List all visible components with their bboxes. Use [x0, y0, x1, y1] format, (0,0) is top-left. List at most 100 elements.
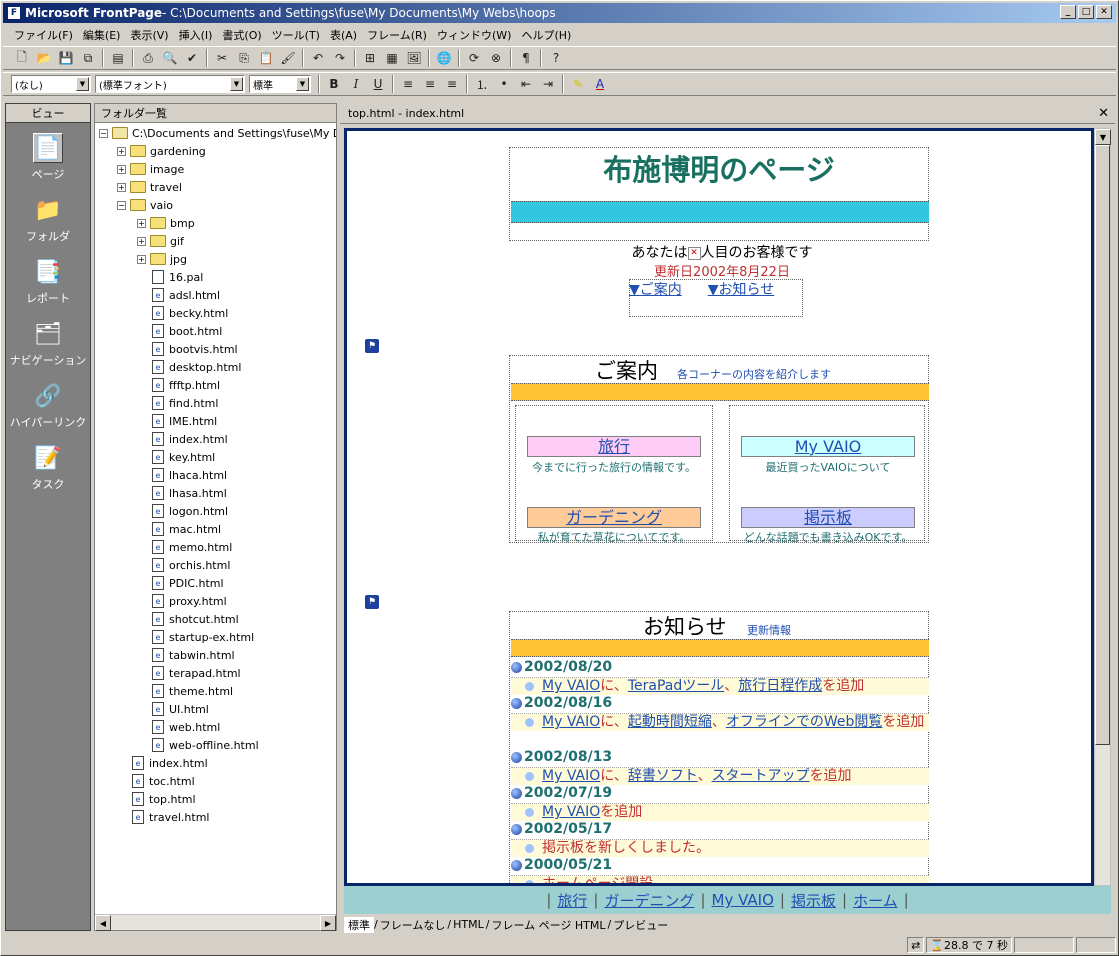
highlight-icon[interactable]: ✎ — [567, 74, 589, 94]
copy-icon[interactable]: ⎘ — [233, 48, 255, 68]
tree-file[interactable]: e travel.html — [130, 808, 209, 826]
view-navigation[interactable]: 🗂 ナビゲーション — [6, 319, 90, 371]
minimize-button[interactable]: _ — [1060, 5, 1076, 19]
tree-file[interactable]: e shotcut.html — [150, 610, 239, 628]
expand-icon[interactable]: + — [137, 236, 146, 246]
folder-list-icon[interactable]: ▤ — [107, 48, 129, 68]
view-reports[interactable]: 📑 レポート — [6, 257, 90, 309]
insert-table-icon[interactable]: ▦ — [381, 48, 403, 68]
news-link[interactable]: オフラインでのWeb閲覧 — [726, 714, 883, 730]
tree-folder[interactable]: + gardening — [117, 142, 206, 160]
maximize-button[interactable]: □ — [1078, 5, 1094, 19]
nav-gardening-button[interactable]: ガーデニング — [527, 507, 701, 528]
publish-icon[interactable]: ⧉ — [77, 48, 99, 68]
save-icon[interactable]: 💾 — [55, 48, 77, 68]
bookmark-icon[interactable]: ⚑ — [365, 339, 379, 353]
paste-icon[interactable]: 📋 — [255, 48, 277, 68]
anchor-guide-link[interactable]: ▼ご案内 — [629, 279, 682, 299]
insert-component-icon[interactable]: ⊞ — [359, 48, 381, 68]
tree-file[interactable]: e terapad.html — [150, 664, 241, 682]
undo-icon[interactable]: ↶ — [307, 48, 329, 68]
bookmark-icon[interactable]: ⚑ — [365, 595, 379, 609]
print-icon[interactable]: ⎙ — [137, 48, 159, 68]
tree-file[interactable]: e toc.html — [130, 772, 195, 790]
decrease-indent-icon[interactable]: ⇤ — [515, 74, 537, 94]
scroll-thumb[interactable] — [1095, 145, 1110, 745]
help-icon[interactable]: ? — [545, 48, 567, 68]
news-link[interactable]: My VAIO — [542, 768, 600, 784]
page-canvas[interactable]: 布施博明のページ あなたは ✕ 人目のお客様です 更新日2002年8月22日 ▼ご案… — [344, 128, 1094, 886]
font-size-select[interactable]: 標準 ▼ — [249, 75, 311, 93]
tree-folder[interactable]: + travel — [117, 178, 182, 196]
nav-bbs-button[interactable]: 掲示板 — [741, 507, 915, 528]
expand-icon[interactable]: + — [117, 164, 126, 174]
tree-file[interactable]: e logon.html — [150, 502, 228, 520]
tree-file[interactable]: e memo.html — [150, 538, 232, 556]
hyperlink-icon[interactable]: 🌐 — [433, 48, 455, 68]
tree-file[interactable]: e ffftp.html — [150, 376, 220, 394]
tree-file[interactable]: e index.html — [150, 430, 228, 448]
news-link[interactable]: 旅行日程作成 — [738, 678, 822, 694]
tree-file[interactable]: e proxy.html — [150, 592, 227, 610]
show-all-icon[interactable]: ¶ — [515, 48, 537, 68]
font-color-icon[interactable]: A — [589, 74, 611, 94]
news-link[interactable]: 起動時間短縮 — [628, 714, 712, 730]
bold-icon[interactable]: B — [323, 74, 345, 94]
expand-icon[interactable]: + — [117, 146, 126, 156]
tree-folder[interactable]: + jpg — [137, 250, 187, 268]
tree-file[interactable]: e mac.html — [150, 520, 221, 538]
tree-root[interactable]: − C:\Documents and Settings\fuse\My D — [99, 124, 336, 142]
align-left-icon[interactable]: ≡ — [397, 74, 419, 94]
font-select[interactable]: (標準フォント) ▼ — [95, 75, 245, 93]
footer-link-vaio[interactable]: My VAIO — [712, 891, 774, 909]
footer-link-home[interactable]: ホーム — [853, 890, 898, 911]
expand-icon[interactable]: + — [137, 254, 146, 264]
bullets-icon[interactable]: • — [493, 74, 515, 94]
cut-icon[interactable]: ✂ — [211, 48, 233, 68]
insert-picture-icon[interactable]: 🖼 — [403, 48, 425, 68]
numbering-icon[interactable]: ⒈ — [471, 74, 493, 94]
tree-file[interactable]: e web.html — [150, 718, 220, 736]
tree-file[interactable]: e lhaca.html — [150, 466, 227, 484]
increase-indent-icon[interactable]: ⇥ — [537, 74, 559, 94]
tab-no-frames[interactable]: フレームなし — [378, 917, 448, 933]
menu-file[interactable]: ファイル(F) — [9, 27, 78, 43]
tree-folder[interactable]: + gif — [137, 232, 184, 250]
view-tasks[interactable]: 📝 タスク — [6, 443, 90, 495]
view-page[interactable]: 📄 ページ — [6, 133, 90, 185]
news-link[interactable]: スタートアップ — [712, 768, 810, 784]
tree-file[interactable]: e lhasa.html — [150, 484, 227, 502]
open-icon[interactable]: 📂 — [33, 48, 55, 68]
stop-icon[interactable]: ⊗ — [485, 48, 507, 68]
tree-file[interactable]: e index.html — [130, 754, 208, 772]
footer-link-gardening[interactable]: ガーデニング — [604, 890, 694, 911]
new-page-icon[interactable]: 🗋 — [11, 48, 33, 68]
tree-folder[interactable]: + image — [117, 160, 184, 178]
tree-file[interactable]: e PDIC.html — [150, 574, 224, 592]
tree-file[interactable]: e startup-ex.html — [150, 628, 254, 646]
tree-folder[interactable]: + bmp — [137, 214, 195, 232]
anchor-news-link[interactable]: ▼お知らせ — [708, 279, 775, 299]
underline-icon[interactable]: U — [367, 74, 389, 94]
view-folders[interactable]: 📁 フォルダ — [6, 195, 90, 247]
collapse-icon[interactable]: − — [99, 128, 108, 138]
news-link[interactable]: 辞書ソフト — [628, 768, 698, 784]
tab-preview[interactable]: プレビュー — [611, 917, 670, 933]
menu-insert[interactable]: 挿入(I) — [174, 27, 218, 43]
news-link[interactable]: TeraPadツール — [628, 678, 724, 694]
news-link[interactable]: My VAIO — [542, 714, 600, 730]
menu-frames[interactable]: フレーム(R) — [362, 27, 432, 43]
nav-vaio-button[interactable]: My VAIO — [741, 436, 915, 457]
tree-folder[interactable]: − vaio — [117, 196, 173, 214]
tree-file[interactable]: 16.pal — [150, 268, 203, 286]
menu-help[interactable]: ヘルプ(H) — [516, 27, 576, 43]
collapse-icon[interactable]: − — [117, 200, 126, 210]
tree-file[interactable]: e top.html — [130, 790, 196, 808]
menu-format[interactable]: 書式(O) — [217, 27, 266, 43]
footer-link-bbs[interactable]: 掲示板 — [791, 890, 836, 911]
tree-file[interactable]: e key.html — [150, 448, 215, 466]
tree-file[interactable]: e web-offline.html — [150, 736, 259, 754]
news-link[interactable]: My VAIO — [542, 804, 600, 820]
expand-icon[interactable]: + — [117, 182, 126, 192]
tab-normal[interactable]: 標準 — [344, 916, 374, 933]
